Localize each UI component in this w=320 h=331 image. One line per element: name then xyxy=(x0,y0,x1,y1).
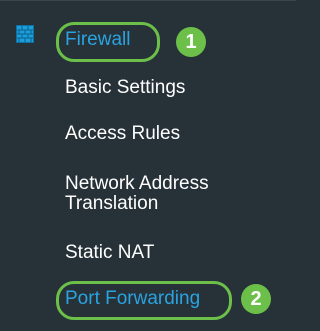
step-badge-1: 1 xyxy=(176,27,206,57)
menu-item-access-rules[interactable]: Access Rules xyxy=(65,124,180,144)
menu-item-static-nat[interactable]: Static NAT xyxy=(65,243,154,263)
menu-item-network-address-translation[interactable]: Network Address Translation xyxy=(65,174,265,214)
divider xyxy=(0,0,296,1)
menu-item-basic-settings[interactable]: Basic Settings xyxy=(65,78,185,98)
port-forwarding-highlight-outline xyxy=(56,281,232,320)
firewall-highlight-outline xyxy=(56,22,160,62)
navigation-panel: Firewall 1 Basic Settings Access Rules N… xyxy=(0,0,296,331)
firewall-brick-icon xyxy=(16,25,34,43)
step-badge-2: 2 xyxy=(241,284,271,314)
